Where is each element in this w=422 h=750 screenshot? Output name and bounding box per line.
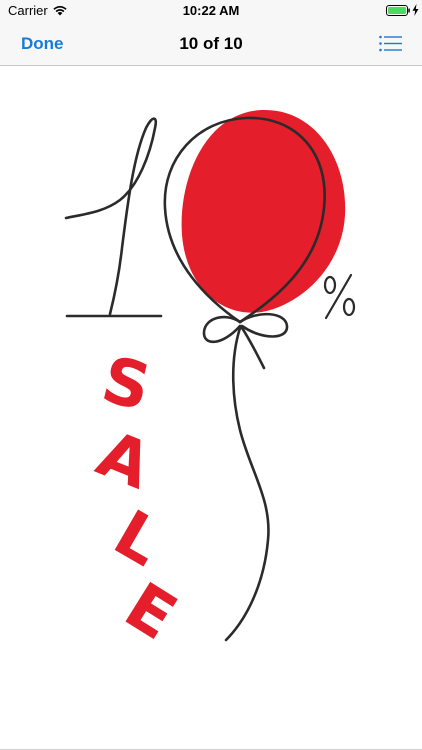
number-one-drawing — [64, 117, 163, 318]
charging-bolt-icon — [412, 4, 419, 16]
sale-letter-l: L — [102, 497, 174, 581]
percent-sign — [323, 273, 356, 320]
screen: Carrier 10:22 AM Done 10 of 10 S A L E — [0, 0, 422, 750]
balloon-fill — [181, 109, 346, 313]
sale-letter-a: A — [87, 417, 161, 504]
list-icon[interactable] — [379, 35, 402, 52]
battery-full-icon — [386, 5, 410, 16]
sale-word: S A L E — [87, 343, 188, 655]
sale-letter-s: S — [95, 343, 158, 426]
sale-letter-e: E — [112, 569, 188, 655]
balloon-bow — [202, 312, 289, 370]
balloon-string — [224, 326, 270, 642]
sale-artwork: S A L E — [64, 109, 356, 655]
status-time: 10:22 AM — [182, 3, 240, 18]
navigation-bar: Done 10 of 10 — [0, 22, 422, 66]
page-title: 10 of 10 — [179, 34, 243, 53]
status-bar: Carrier 10:22 AM — [0, 0, 422, 22]
